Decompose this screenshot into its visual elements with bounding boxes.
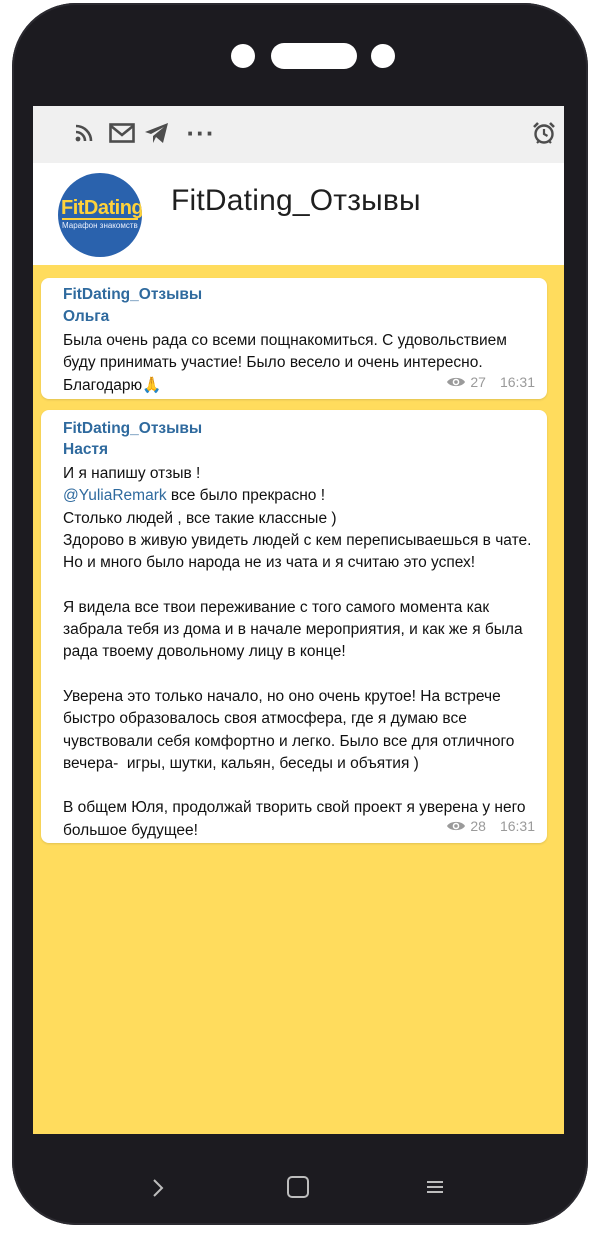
status-bar: ··· bbox=[33, 106, 564, 163]
message-bubble[interactable]: FitDating_Отзывы Настя И я напишу отзыв … bbox=[41, 410, 547, 843]
views-eye-icon bbox=[447, 821, 466, 831]
channel-title: FitDating_Отзывы bbox=[171, 184, 421, 217]
front-sensor bbox=[371, 44, 395, 68]
views-eye-icon bbox=[447, 377, 466, 387]
screen: ··· FitDating Марафон знакомств FitDatin… bbox=[33, 106, 564, 1134]
message-body: И я напишу отзыв ! @YuliaRemark все было… bbox=[63, 463, 533, 842]
message-bubble[interactable]: FitDating_Отзывы Ольга Была очень рада с… bbox=[41, 278, 547, 399]
channel-header[interactable]: FitDating Марафон знакомств FitDating_От… bbox=[33, 163, 564, 265]
message-author: Настя bbox=[63, 441, 109, 458]
message-line: все было прекрасно ! bbox=[166, 487, 326, 505]
message-meta: 27 16:31 bbox=[446, 374, 535, 390]
rss-icon bbox=[73, 120, 95, 146]
views-count: 27 bbox=[470, 374, 486, 390]
mail-icon bbox=[107, 120, 137, 146]
views-count: 28 bbox=[470, 818, 486, 834]
avatar-subtitle: Марафон знакомств bbox=[62, 221, 138, 230]
alarm-icon bbox=[530, 120, 558, 146]
user-mention-link[interactable]: @YuliaRemark bbox=[63, 487, 167, 504]
message-line: И я напишу отзыв ! bbox=[63, 465, 201, 482]
telegram-icon bbox=[143, 120, 171, 146]
avatar-underline bbox=[62, 218, 138, 220]
message-time: 16:31 bbox=[499, 374, 535, 390]
more-dots-icon: ··· bbox=[186, 118, 216, 148]
front-camera bbox=[231, 44, 255, 68]
avatar-logo-text: FitDating bbox=[61, 197, 142, 219]
channel-avatar[interactable]: FitDating Марафон знакомств bbox=[58, 173, 142, 257]
message-channel-name[interactable]: FitDating_Отзывы bbox=[63, 286, 202, 304]
message-time: 16:31 bbox=[499, 818, 535, 834]
message-author: Ольга bbox=[63, 308, 110, 325]
menu-icon[interactable] bbox=[426, 1179, 444, 1195]
home-icon[interactable] bbox=[287, 1176, 309, 1198]
message-text: Столько людей , все такие классные ) Здо… bbox=[63, 509, 532, 839]
back-icon[interactable] bbox=[148, 1176, 168, 1200]
message-meta: 28 16:31 bbox=[446, 818, 535, 834]
message-channel-name[interactable]: FitDating_Отзывы bbox=[63, 420, 202, 438]
earpiece-speaker bbox=[271, 43, 357, 69]
